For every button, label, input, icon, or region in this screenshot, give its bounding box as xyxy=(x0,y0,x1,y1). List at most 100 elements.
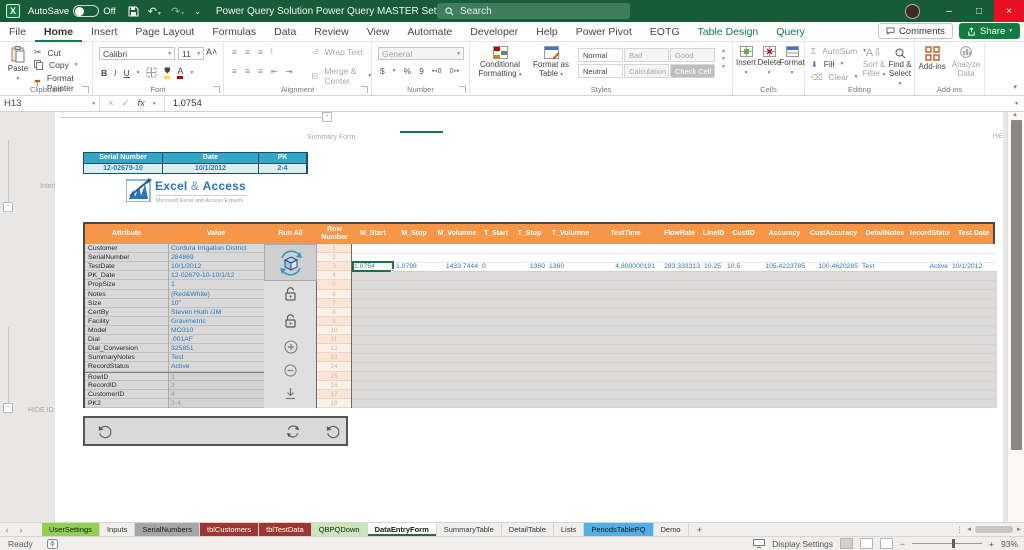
page-layout-view-icon[interactable] xyxy=(860,538,873,549)
attribute-cell[interactable]: CertBy xyxy=(85,308,168,317)
row-number-cell[interactable]: 6 xyxy=(317,290,351,299)
attribute-cell[interactable]: SummaryNotes xyxy=(85,353,168,362)
number-dialog-launcher[interactable] xyxy=(459,86,466,93)
autosave-switch[interactable] xyxy=(73,5,99,17)
autosave-toggle[interactable]: AutoSave Off xyxy=(28,5,116,17)
form-header-run-all[interactable]: Run All xyxy=(264,224,317,244)
attribute-cell[interactable]: PK_Date xyxy=(85,271,168,280)
data-cell[interactable]: 10/1/2012 xyxy=(950,262,997,271)
form-header-accuracy[interactable]: Accuracy xyxy=(762,224,807,244)
delete-cells-button[interactable]: Delete▾ xyxy=(758,46,780,76)
hscroll-right-icon[interactable]: ► xyxy=(1016,527,1022,533)
fill-handle[interactable] xyxy=(391,269,394,272)
gallery-more-icon[interactable]: ▼ xyxy=(721,64,726,70)
attribute-cell[interactable]: Notes xyxy=(85,290,168,299)
normal-view-icon[interactable] xyxy=(840,538,853,549)
row-number-cell[interactable]: 11 xyxy=(317,335,351,344)
excel-app-icon[interactable]: X xyxy=(6,4,20,18)
display-settings-label[interactable]: Display Settings xyxy=(772,539,833,549)
form-header-test-date[interactable]: Test Date xyxy=(950,224,997,244)
data-entry-form-table[interactable]: AttributeValueRun AllRow NumberM_StartM_… xyxy=(83,222,995,408)
attribute-cell[interactable]: RecordID xyxy=(85,381,168,390)
sheet-tab-summarytable[interactable]: SummaryTable xyxy=(437,523,502,536)
form-header-row-number[interactable]: Row Number xyxy=(317,224,352,244)
form-header-t-stop[interactable]: T_Stop xyxy=(512,224,547,244)
ribbon-tab-power-pivot[interactable]: Power Pivot xyxy=(567,22,641,42)
data-cell[interactable]: 283.333313 xyxy=(657,262,702,271)
font-name-select[interactable]: Calibri▾ xyxy=(99,47,175,60)
form-header-attribute[interactable]: Attribute xyxy=(85,224,168,244)
cell-style-neutral[interactable]: Neutral xyxy=(578,64,623,78)
bold-button[interactable]: B xyxy=(101,68,107,78)
cell-style-calculation[interactable]: Calculation xyxy=(624,64,669,78)
font-dialog-launcher[interactable] xyxy=(213,86,220,93)
minimize-button[interactable]: – xyxy=(934,0,964,22)
form-header-testtime[interactable]: TestTime xyxy=(594,224,657,244)
copy-button[interactable]: Copy▾ xyxy=(34,60,78,70)
merge-center-button[interactable]: Merge & Center▾ xyxy=(312,66,371,86)
form-header-m-stop[interactable]: M_Stop xyxy=(394,224,434,244)
sheet-tab-periodstablepq[interactable]: PeriodsTablePQ xyxy=(584,523,653,536)
font-size-select[interactable]: 11▾ xyxy=(178,47,204,60)
sheet-tab-tblcustomers[interactable]: tblCustomers xyxy=(200,523,259,536)
cell-style-good[interactable]: Good xyxy=(670,48,715,62)
redo-icon[interactable]: ↷▾ xyxy=(171,5,184,18)
value-cell[interactable]: 10/1/2012 xyxy=(168,262,264,271)
sheet-tab-dataentryform[interactable]: DataEntryForm xyxy=(368,523,437,536)
selected-cell[interactable] xyxy=(352,261,394,271)
value-cell[interactable]: Cordura Irrigation District xyxy=(168,244,264,253)
sheet-tab-detailtable[interactable]: DetailTable xyxy=(502,523,554,536)
ribbon-tab-help[interactable]: Help xyxy=(527,22,567,42)
value-cell[interactable]: (Red&White) xyxy=(168,290,264,299)
serial-value-cell[interactable]: 10/1/2012 xyxy=(163,163,259,173)
ribbon-tab-formulas[interactable]: Formulas xyxy=(203,22,265,42)
value-cell[interactable]: 284869 xyxy=(168,253,264,262)
attribute-cell[interactable]: Customer xyxy=(85,244,168,253)
form-header-value[interactable]: Value xyxy=(168,224,264,244)
orientation-icon[interactable]: ⦚ xyxy=(271,47,273,57)
italic-button[interactable]: I xyxy=(114,68,116,78)
unlock-icon[interactable] xyxy=(264,314,317,329)
zoom-in-icon[interactable]: + xyxy=(989,539,994,549)
ribbon-tab-eotg[interactable]: EOTG xyxy=(641,22,689,42)
data-cell[interactable]: 1360 xyxy=(547,262,594,271)
value-cell[interactable]: 12-02679-10-10/1/12 xyxy=(168,271,264,280)
ribbon-tab-home[interactable]: Home xyxy=(35,22,82,42)
download-icon[interactable] xyxy=(264,387,317,400)
row-number-cell[interactable]: 10 xyxy=(317,326,351,335)
sheet-tab-lists[interactable]: Lists xyxy=(554,523,584,536)
value-cell[interactable]: Active xyxy=(168,362,264,371)
attribute-cell[interactable]: Model xyxy=(85,326,168,335)
find-select-button[interactable]: Find &Select ▾ xyxy=(887,48,913,87)
close-button[interactable]: × xyxy=(994,0,1024,22)
cell-style-normal[interactable]: Normal xyxy=(578,48,623,62)
data-cell[interactable]: Active xyxy=(910,262,950,271)
serial-table[interactable]: Serial NumberDatePK 12-02679-1010/1/2012… xyxy=(83,152,308,174)
insert-function-icon[interactable]: fx xyxy=(138,98,145,109)
ribbon-tab-query[interactable]: Query xyxy=(767,22,814,42)
value-cell[interactable]: 2-4 xyxy=(168,399,264,408)
cell-style-bad[interactable]: Bad xyxy=(624,48,669,62)
ribbon-tab-review[interactable]: Review xyxy=(305,22,357,42)
align-bottom-icon[interactable]: ≡ xyxy=(258,47,263,57)
form-header-m-volumne[interactable]: M_Volumne xyxy=(434,224,480,244)
analyze-data-button[interactable]: AnalyzeData xyxy=(951,46,981,79)
cancel-icon[interactable]: × xyxy=(108,98,114,109)
next-sheet-icon[interactable]: › xyxy=(14,523,28,536)
attribute-cell[interactable]: RecordStatus xyxy=(85,362,168,371)
formula-input[interactable]: 1.0754 xyxy=(165,98,202,109)
borders-icon[interactable] xyxy=(146,67,157,78)
value-cell[interactable]: MO310 xyxy=(168,326,264,335)
value-cell[interactable]: 2 xyxy=(168,381,264,390)
sheet-tab-serialnumbers[interactable]: SerialNumbers xyxy=(135,523,200,536)
gallery-down-icon[interactable]: ▼ xyxy=(721,56,726,62)
align-top-icon[interactable]: ≡ xyxy=(232,47,237,57)
accessibility-icon[interactable] xyxy=(47,539,58,549)
worksheet[interactable]: - - Interface HIDE ID - Summary Form HIE… xyxy=(0,112,1024,522)
prev-sheet-icon[interactable]: ‹ xyxy=(0,523,14,536)
save-icon[interactable] xyxy=(128,6,139,17)
sheet-tab-inputs[interactable]: Inputs xyxy=(100,523,135,536)
font-color-icon[interactable]: A xyxy=(177,66,183,79)
form-header-custid[interactable]: CustID xyxy=(725,224,762,244)
attribute-cell[interactable]: RowID xyxy=(85,372,168,381)
